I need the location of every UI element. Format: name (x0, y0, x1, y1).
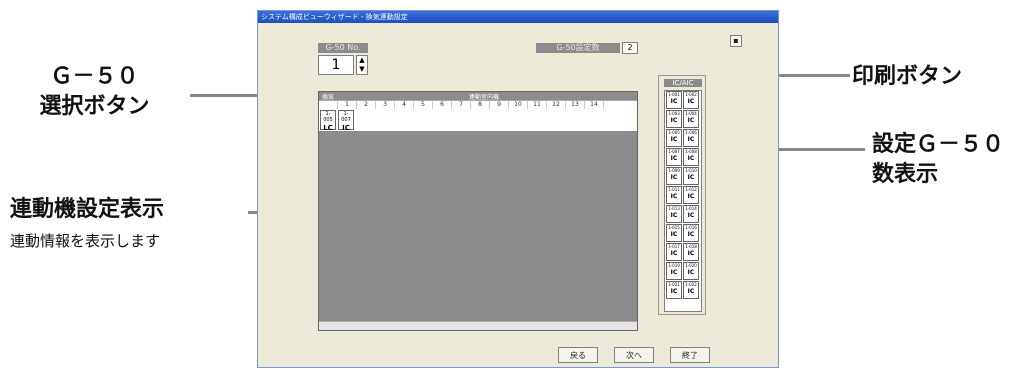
column-number: 10 (509, 101, 528, 109)
ic-unit[interactable]: 1-020 IC (683, 262, 699, 280)
g50-no-value: 1 (331, 57, 341, 73)
callout-setting-line2: 数表示 (872, 162, 939, 187)
ic-unit[interactable]: 1-021 IC (666, 281, 682, 299)
ic-unit[interactable]: 1-006 IC (683, 129, 699, 147)
ic-unit-type: IC (687, 155, 695, 162)
g50-spinner[interactable]: ▲ ▼ (356, 55, 368, 75)
callout-g50-line2: 選択ボタン (39, 94, 150, 119)
grid-title: 連動室内機 (469, 94, 500, 101)
ic-unit[interactable]: 1-005 IC (666, 129, 682, 147)
column-number: 1 (338, 101, 357, 109)
ic-unit[interactable]: 1-013 IC (666, 205, 682, 223)
callout-setting-count: 設定Ｇ－５０ 数表示 (872, 130, 1004, 190)
spin-up-icon[interactable]: ▲ (357, 56, 367, 65)
column-number: 3 (376, 101, 395, 109)
ic-unit-type: IC (687, 231, 695, 238)
column-number: 14 (585, 101, 604, 109)
ic-unit[interactable]: 1-002 IC (683, 91, 699, 109)
column-number: 6 (433, 101, 452, 109)
print-button[interactable]: ▪ (730, 35, 742, 47)
ic-unit[interactable]: 1-008 IC (683, 148, 699, 166)
table-row[interactable]: 1-005 LC 1-007 IC (319, 109, 637, 132)
ic-unit[interactable]: 1-009 IC (666, 167, 682, 185)
column-number: 9 (490, 101, 509, 109)
back-button[interactable]: 戻る (558, 347, 598, 363)
wizard-window: システム構成ビューウィザード - 換気連動設定 G-50 No. 1 ▲ ▼ G… (257, 10, 779, 368)
ic-panel-title: IC/AIC (664, 79, 702, 87)
ic-unit-type: IC (687, 269, 695, 276)
column-number: 4 (395, 101, 414, 109)
unit-type: LC (323, 124, 333, 132)
ic-unit[interactable]: 1-001 IC (666, 91, 682, 109)
column-number: 7 (452, 101, 471, 109)
ic-unit-type: IC (670, 174, 678, 181)
ic-unit-type: IC (687, 117, 695, 124)
ic-unit-type: IC (670, 117, 678, 124)
ic-unit[interactable]: 1-003 IC (666, 110, 682, 128)
ic-unit-type: IC (687, 212, 695, 219)
ic-unit[interactable]: 1-015 IC (666, 224, 682, 242)
unit-addr: 1-005 (323, 111, 333, 123)
callout-g50-select: Ｇ－５０ 選択ボタン (32, 62, 157, 122)
ic-unit-type: IC (670, 98, 678, 105)
column-number: 13 (566, 101, 585, 109)
ic-unit[interactable]: 1-019 IC (666, 262, 682, 280)
callout-setting-line1: 設定Ｇ－５０ (872, 132, 1005, 157)
ic-unit-type: IC (670, 212, 678, 219)
ic-unit-type: IC (670, 231, 678, 238)
column-numbers: 1 2 3 4 5 6 7 8 9 10 11 12 13 14 (319, 101, 637, 109)
unit-addr: 1-007 (341, 111, 351, 123)
ic-unit-type: IC (687, 136, 695, 143)
grid-header: 換気 連動室内機 (319, 92, 637, 101)
col-spacer (319, 101, 338, 109)
g50-no-field[interactable]: 1 (318, 55, 354, 75)
ic-unit[interactable]: 1-012 IC (683, 186, 699, 204)
ic-unit-type: IC (670, 136, 678, 143)
callout-print: 印刷ボタン (852, 64, 963, 89)
finish-button[interactable]: 終了 (670, 347, 710, 363)
window-titlebar: システム構成ビューウィザード - 換気連動設定 (258, 11, 778, 23)
next-button[interactable]: 次へ (614, 347, 654, 363)
ic-unit[interactable]: 1-014 IC (683, 205, 699, 223)
column-number: 8 (471, 101, 490, 109)
ic-list[interactable]: 1-001 IC 1-002 IC 1-003 IC 1-004 IC 1-005 IC 1-006… (664, 90, 702, 312)
ic-unit[interactable]: 1-004 IC (683, 110, 699, 128)
unit-type: IC (342, 124, 350, 132)
ic-unit[interactable]: 1-007 IC (666, 148, 682, 166)
column-number: 2 (357, 101, 376, 109)
ic-unit[interactable]: 1-017 IC (666, 243, 682, 261)
setting-count-label: G-50設定数 (536, 43, 620, 53)
ic-unit-type: IC (687, 98, 695, 105)
grid-left-header: 換気 (322, 94, 335, 101)
printer-icon: ▪ (733, 36, 739, 45)
horizontal-scrollbar[interactable] (319, 321, 637, 330)
ic-unit[interactable]: 1-016 IC (683, 224, 699, 242)
column-number: 12 (547, 101, 566, 109)
column-number: 11 (528, 101, 547, 109)
ic-unit[interactable]: 1-018 IC (683, 243, 699, 261)
spin-down-icon[interactable]: ▼ (357, 65, 367, 74)
ic-unit-type: IC (670, 155, 678, 162)
callout-linked-display: 連動機設定表示 (10, 197, 165, 222)
callout-g50-line1: Ｇ－５０ (50, 64, 139, 89)
ic-unit[interactable]: 1-010 IC (683, 167, 699, 185)
column-number: 5 (414, 101, 433, 109)
ic-unit-type: IC (687, 250, 695, 257)
ic-panel: IC/AIC 1-001 IC 1-002 IC 1-003 IC 1-004 IC 1-005… (658, 75, 706, 315)
unit-cell[interactable]: 1-007 IC (338, 110, 354, 132)
ic-unit-type: IC (687, 174, 695, 181)
ic-unit-type: IC (670, 250, 678, 257)
linked-grid: 換気 連動室内機 1 2 3 4 5 6 7 8 9 10 11 12 13 14 1-005 LC 1-… (318, 91, 638, 331)
ic-unit-type: IC (670, 193, 678, 200)
ic-unit[interactable]: 1-022 IC (683, 281, 699, 299)
callout-linked-display-sub: 連動情報を表示します (10, 232, 161, 250)
ic-unit-type: IC (670, 269, 678, 276)
ic-unit[interactable]: 1-011 IC (666, 186, 682, 204)
ic-unit-type: IC (687, 193, 695, 200)
ic-unit-type: IC (670, 288, 678, 295)
g50-no-label: G-50 No. (318, 43, 368, 53)
ic-unit-type: IC (687, 288, 695, 295)
unit-cell[interactable]: 1-005 LC (320, 110, 336, 132)
setting-count-field: 2 (622, 42, 638, 54)
